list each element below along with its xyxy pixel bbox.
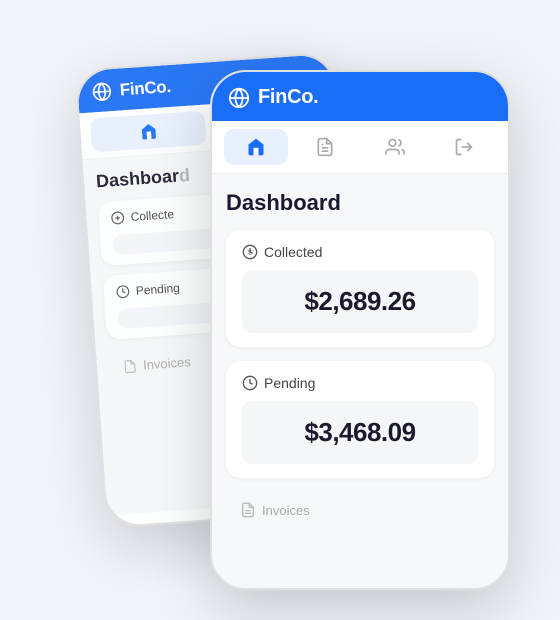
front-invoices-label: Invoices xyxy=(262,503,310,518)
front-page-title: Dashboard xyxy=(226,190,494,216)
front-nav-home[interactable] xyxy=(224,129,288,165)
front-nav-users[interactable] xyxy=(363,129,427,165)
back-collected-icon xyxy=(110,210,125,225)
front-pending-card: Pending $3,468.09 xyxy=(226,361,494,478)
svg-text:$: $ xyxy=(248,250,252,257)
front-nav-documents[interactable] xyxy=(294,129,358,165)
back-pending-label: Pending xyxy=(135,281,180,298)
front-app-name: FinCo. xyxy=(258,86,318,109)
front-phone-header: FinCo. xyxy=(212,72,508,121)
phone-front: FinCo. xyxy=(210,70,510,590)
front-phone-nav xyxy=(212,121,508,174)
front-collected-icon: $ xyxy=(242,244,258,260)
front-pending-label: Pending xyxy=(264,375,315,391)
phones-container: FinCo. Dashboard xyxy=(70,30,490,590)
front-collected-label: Collected xyxy=(264,244,322,260)
front-pending-value-box: $3,468.09 xyxy=(242,401,478,464)
front-invoices-item[interactable]: Invoices xyxy=(226,492,494,528)
front-pending-label-row: Pending xyxy=(242,375,478,391)
front-collected-value: $2,689.26 xyxy=(258,286,462,317)
back-collected-label: Collecte xyxy=(130,207,174,224)
front-collected-value-box: $2,689.26 xyxy=(242,270,478,333)
back-logo-icon xyxy=(91,81,112,102)
front-phone-content: Dashboard $ Collected $2,689.26 xyxy=(212,174,508,590)
front-nav-logout[interactable] xyxy=(433,129,497,165)
front-collected-card: $ Collected $2,689.26 xyxy=(226,230,494,347)
front-pending-value: $3,468.09 xyxy=(258,417,462,448)
back-app-name: FinCo. xyxy=(119,77,171,101)
back-nav-home[interactable] xyxy=(90,111,207,153)
front-collected-label-row: $ Collected xyxy=(242,244,478,260)
front-logo-icon xyxy=(228,87,250,109)
back-pending-icon xyxy=(115,284,130,299)
back-invoices-label: Invoices xyxy=(143,354,192,372)
front-pending-icon xyxy=(242,375,258,391)
